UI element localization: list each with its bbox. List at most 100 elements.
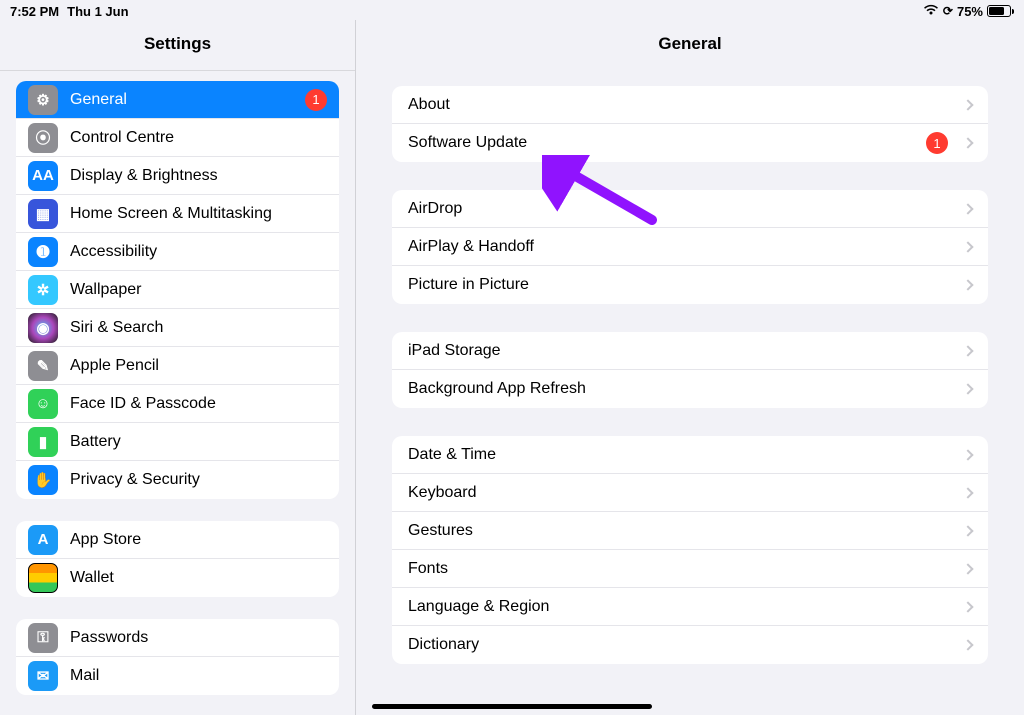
detail-item-picture-in-picture[interactable]: Picture in Picture xyxy=(392,266,988,304)
detail-item-label: iPad Storage xyxy=(408,342,954,360)
sidebar-item-label: Wallet xyxy=(70,569,327,587)
detail-item-airdrop[interactable]: AirDrop xyxy=(392,190,988,228)
sidebar-title: Settings xyxy=(0,20,355,71)
sidebar: Settings ⚙ General1 ⦿Control Centre AA Displ… xyxy=(0,20,356,715)
detail-title: General xyxy=(356,20,1024,70)
detail-item-label: About xyxy=(408,96,954,114)
detail-item-label: Picture in Picture xyxy=(408,276,954,294)
notification-badge: 1 xyxy=(926,132,948,154)
detail-item-label: AirPlay & Handoff xyxy=(408,238,954,256)
sidebar-item-label: App Store xyxy=(70,531,327,549)
detail-scroll[interactable]: About Software Update1 AirDrop AirPlay & Ha… xyxy=(356,70,1024,715)
detail-item-label: Software Update xyxy=(408,134,926,152)
sidebar-scroll[interactable]: ⚙ General1 ⦿Control Centre AA Display & Brig… xyxy=(0,71,355,715)
sidebar-item-label: Privacy & Security xyxy=(70,471,327,489)
sidebar-item-app-store[interactable]: A App Store xyxy=(16,521,339,559)
mail-icon: ✉ xyxy=(28,661,58,691)
chevron-right-icon xyxy=(962,449,973,460)
chevron-right-icon xyxy=(962,99,973,110)
status-left: 7:52 PM Thu 1 Jun xyxy=(10,4,129,19)
status-right: ⟳ 75% xyxy=(923,4,1014,19)
detail-item-gestures[interactable]: Gestures xyxy=(392,512,988,550)
main-split: Settings ⚙General1⦿Control CentreAADispl… xyxy=(0,20,1024,715)
detail-item-label: Language & Region xyxy=(408,598,954,616)
key-icon: ⚿ xyxy=(28,623,58,653)
detail-item-dictionary[interactable]: Dictionary xyxy=(392,626,988,664)
sidebar-item-accessibility[interactable]: ➊ Accessibility xyxy=(16,233,339,271)
detail-item-label: Dictionary xyxy=(408,636,954,654)
aa-icon: AA xyxy=(28,161,58,191)
sidebar-item-home-screen-multitasking[interactable]: ▦Home Screen & Multitasking xyxy=(16,195,339,233)
sidebar-item-label: General xyxy=(70,91,305,109)
detail-item-date-time[interactable]: Date & Time xyxy=(392,436,988,474)
sidebar-item-label: Wallpaper xyxy=(70,281,327,299)
chevron-right-icon xyxy=(962,383,973,394)
chevron-right-icon xyxy=(962,279,973,290)
battery-icon xyxy=(987,5,1014,17)
sidebar-item-siri-search[interactable]: ◉ Siri & Search xyxy=(16,309,339,347)
detail-item-label: Keyboard xyxy=(408,484,954,502)
sidebar-item-face-id-passcode[interactable]: ☺Face ID & Passcode xyxy=(16,385,339,423)
detail-item-label: Fonts xyxy=(408,560,954,578)
sidebar-item-control-centre[interactable]: ⦿Control Centre xyxy=(16,119,339,157)
detail-item-software-update[interactable]: Software Update1 xyxy=(392,124,988,162)
flower-icon: ✲ xyxy=(28,275,58,305)
detail-item-label: Date & Time xyxy=(408,446,954,464)
detail-item-label: Background App Refresh xyxy=(408,380,954,398)
sidebar-item-display-brightness[interactable]: AA Display & Brightness xyxy=(16,157,339,195)
sidebar-item-apple-pencil[interactable]: ✎Apple Pencil xyxy=(16,347,339,385)
chevron-right-icon xyxy=(962,137,973,148)
detail-item-keyboard[interactable]: Keyboard xyxy=(392,474,988,512)
detail-group: About Software Update1 xyxy=(392,86,988,162)
appstore-icon: A xyxy=(28,525,58,555)
home-indicator xyxy=(372,704,652,709)
sidebar-item-wallpaper[interactable]: ✲ Wallpaper xyxy=(16,271,339,309)
sidebar-item-general[interactable]: ⚙ General1 xyxy=(16,81,339,119)
wallet-icon xyxy=(28,563,58,593)
chevron-right-icon xyxy=(962,525,973,536)
sidebar-item-mail[interactable]: ✉ Mail xyxy=(16,657,339,695)
notification-badge: 1 xyxy=(305,89,327,111)
sidebar-item-label: Accessibility xyxy=(70,243,327,261)
detail-item-label: Gestures xyxy=(408,522,954,540)
status-bar: 7:52 PM Thu 1 Jun ⟳ 75% xyxy=(0,0,1024,20)
siri-icon: ◉ xyxy=(28,313,58,343)
accessibility-icon: ➊ xyxy=(28,237,58,267)
sidebar-group: ⚿Passwords ✉ Mail xyxy=(16,619,339,695)
detail-item-ipad-storage[interactable]: iPad Storage xyxy=(392,332,988,370)
sidebar-item-label: Mail xyxy=(70,667,327,685)
sidebar-item-label: Apple Pencil xyxy=(70,357,327,375)
detail-pane: General About Software Update1 AirDrop AirP… xyxy=(356,20,1024,715)
sidebar-item-label: Siri & Search xyxy=(70,319,327,337)
chevron-right-icon xyxy=(962,203,973,214)
detail-group: AirDrop AirPlay & Handoff Picture in Pictu… xyxy=(392,190,988,304)
detail-item-about[interactable]: About xyxy=(392,86,988,124)
status-date: Thu 1 Jun xyxy=(67,4,128,19)
chevron-right-icon xyxy=(962,487,973,498)
detail-group: iPad Storage Background App Refresh xyxy=(392,332,988,408)
sidebar-item-passwords[interactable]: ⚿Passwords xyxy=(16,619,339,657)
wifi-icon xyxy=(923,4,939,19)
faceid-icon: ☺ xyxy=(28,389,58,419)
orientation-lock-icon: ⟳ xyxy=(943,4,953,18)
sidebar-item-wallet[interactable]: Wallet xyxy=(16,559,339,597)
grid-icon: ▦ xyxy=(28,199,58,229)
status-time: 7:52 PM xyxy=(10,4,59,19)
sidebar-group: A App Store Wallet xyxy=(16,521,339,597)
detail-item-background-app-refresh[interactable]: Background App Refresh xyxy=(392,370,988,408)
chevron-right-icon xyxy=(962,345,973,356)
sidebar-item-battery[interactable]: ▮Battery xyxy=(16,423,339,461)
chevron-right-icon xyxy=(962,563,973,574)
sidebar-item-label: Display & Brightness xyxy=(70,167,327,185)
chevron-right-icon xyxy=(962,639,973,650)
hand-icon: ✋ xyxy=(28,465,58,495)
detail-item-language-region[interactable]: Language & Region xyxy=(392,588,988,626)
sidebar-item-privacy-security[interactable]: ✋ Privacy & Security xyxy=(16,461,339,499)
chevron-right-icon xyxy=(962,241,973,252)
status-battery-percent: 75% xyxy=(957,4,983,19)
sidebar-item-label: Battery xyxy=(70,433,327,451)
gear-icon: ⚙ xyxy=(28,85,58,115)
detail-item-airplay-handoff[interactable]: AirPlay & Handoff xyxy=(392,228,988,266)
detail-item-fonts[interactable]: Fonts xyxy=(392,550,988,588)
detail-item-label: AirDrop xyxy=(408,200,954,218)
